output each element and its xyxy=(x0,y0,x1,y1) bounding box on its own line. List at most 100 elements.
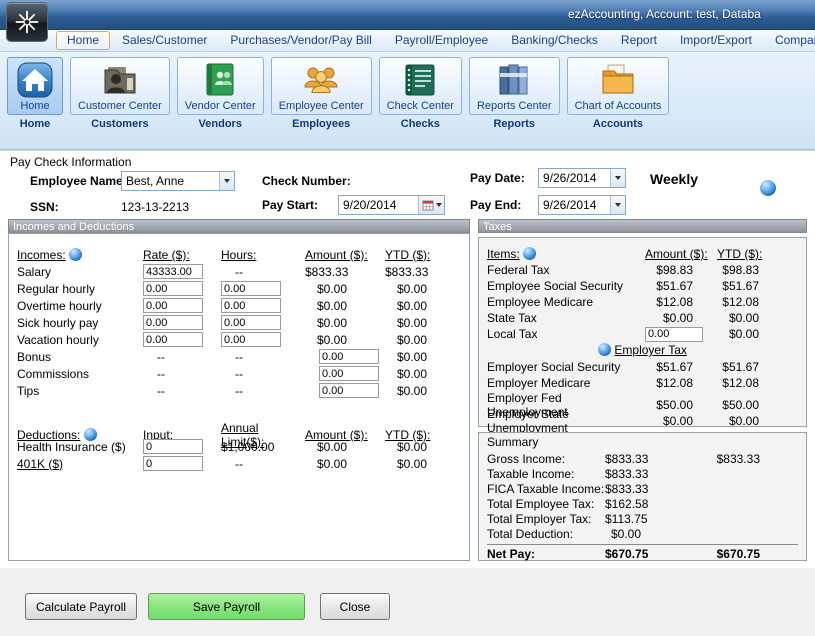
ssn-label: SSN: xyxy=(30,200,59,214)
tab-purchases-vendor-pay-bill[interactable]: Purchases/Vendor/Pay Bill xyxy=(219,31,382,50)
ssn-value: 123-13-2213 xyxy=(121,200,189,214)
health-insurance-input[interactable] xyxy=(143,439,203,454)
summary-row-total-employer-tax: Total Employer Tax: $113.75 xyxy=(479,511,806,526)
rate-cell xyxy=(143,332,221,348)
customer-center-button[interactable]: Customer Center xyxy=(70,57,170,115)
vendor-center-button[interactable]: Vendor Center xyxy=(177,57,264,115)
annual-limit-value: $1,000.00 xyxy=(221,440,305,454)
employee-name-label: Employee Name: xyxy=(30,174,127,188)
income-label: Sick hourly pay xyxy=(17,316,143,330)
tab-payroll-employee[interactable]: Payroll/Employee xyxy=(384,31,499,50)
summary-panel: Summary Gross Income: $833.33 $833.33 Ta… xyxy=(478,432,807,561)
employee-name-dropdown-arrow[interactable] xyxy=(219,172,234,190)
regular-hourly-rate-input[interactable] xyxy=(143,281,203,296)
reports-center-button[interactable]: Reports Center xyxy=(469,57,560,115)
tab-report[interactable]: Report xyxy=(610,31,668,50)
pay-date-dropdown-arrow[interactable] xyxy=(610,169,625,187)
vacation-hourly-hours-input[interactable] xyxy=(221,332,281,347)
local-tax-input[interactable] xyxy=(645,327,703,342)
bonus-amount-input[interactable] xyxy=(319,349,379,364)
tax-ytd-column-header: YTD ($): xyxy=(717,247,795,261)
ytd-value: $0.00 xyxy=(385,457,457,471)
toolbar-item-chart-of-accounts: Chart of Accounts Accounts xyxy=(567,57,670,130)
toolbar-item-home: Home Home xyxy=(7,57,63,130)
tab-import-export[interactable]: Import/Export xyxy=(669,31,763,50)
incomes-help-globe-icon[interactable] xyxy=(69,248,82,261)
ytd-value: $0.00 xyxy=(385,333,457,347)
income-row-overtime-hourly: Overtime hourly $0.00 $0.00 xyxy=(9,297,469,314)
rate-cell xyxy=(143,264,221,280)
close-button[interactable]: Close xyxy=(320,593,390,620)
chevron-down-icon xyxy=(436,203,442,207)
chart-of-accounts-label: Chart of Accounts xyxy=(575,100,662,112)
pay-date-select[interactable]: 9/26/2014 xyxy=(538,168,626,188)
save-payroll-button[interactable]: Save Payroll xyxy=(148,593,305,620)
tips-amount-input[interactable] xyxy=(319,383,379,398)
amount-cell xyxy=(305,366,385,382)
tax-ytd: $12.08 xyxy=(717,376,795,390)
pay-start-value: 9/20/2014 xyxy=(339,198,418,212)
app-logo-button[interactable] xyxy=(6,2,48,42)
tab-sales-customer[interactable]: Sales/Customer xyxy=(111,31,218,50)
calculate-payroll-button[interactable]: Calculate Payroll xyxy=(25,593,137,620)
tax-label: Employer Social Security xyxy=(487,360,645,374)
sick-hourly-hours-input[interactable] xyxy=(221,315,281,330)
hours-cell: -- xyxy=(221,265,305,279)
amount-value: $0.00 xyxy=(305,457,385,471)
customers-folder-icon xyxy=(100,61,140,99)
employee-name-select[interactable]: Best, Anne xyxy=(121,171,235,191)
taxes-panel: Items: Amount ($): YTD ($): Federal Tax … xyxy=(478,237,807,427)
tax-label: Employer State Unemployment xyxy=(487,407,645,435)
taxes-help-globe-icon[interactable] xyxy=(523,247,536,260)
check-center-button[interactable]: Check Center xyxy=(379,57,462,115)
tax-amount: $51.67 xyxy=(645,360,717,374)
ytd-value: $0.00 xyxy=(385,316,457,330)
overtime-hourly-hours-input[interactable] xyxy=(221,298,281,313)
income-row-bonus: Bonus -- -- $0.00 xyxy=(9,348,469,365)
incomes-header-text: Incomes: xyxy=(17,248,66,262)
check-number-label: Check Number: xyxy=(262,174,351,188)
tax-label: Employer Medicare xyxy=(487,376,645,390)
items-column-header: Items: xyxy=(487,247,645,261)
tab-home[interactable]: Home xyxy=(56,31,110,50)
vendors-book-icon xyxy=(200,61,240,99)
incomes-column-header: Incomes: xyxy=(17,248,143,262)
commissions-amount-input[interactable] xyxy=(319,366,379,381)
tax-label: Federal Tax xyxy=(487,263,645,277)
calendar-icon xyxy=(422,199,434,211)
pay-end-label: Pay End: xyxy=(470,198,521,212)
employer-tax-help-globe-icon[interactable] xyxy=(598,343,611,356)
items-header-text: Items: xyxy=(487,247,520,261)
tab-company[interactable]: Company xyxy=(764,31,815,50)
application-window: ezAccounting, Account: test, Databa Home… xyxy=(0,0,815,636)
deduction-label: Health Insurance ($) xyxy=(17,440,143,454)
employee-center-button[interactable]: Employee Center xyxy=(271,57,372,115)
home-button[interactable]: Home xyxy=(7,57,63,115)
vacation-hourly-rate-input[interactable] xyxy=(143,332,203,347)
income-label: Regular hourly xyxy=(17,282,143,296)
salary-rate-input[interactable] xyxy=(143,264,203,279)
regular-hourly-hours-input[interactable] xyxy=(221,281,281,296)
tab-banking-checks[interactable]: Banking/Checks xyxy=(500,31,609,50)
tax-ytd: $98.83 xyxy=(717,263,795,277)
pay-end-dropdown-arrow[interactable] xyxy=(610,196,625,214)
overtime-hourly-rate-input[interactable] xyxy=(143,298,203,313)
ytd-value: $833.33 xyxy=(385,265,457,279)
sick-hourly-rate-input[interactable] xyxy=(143,315,203,330)
rate-cell xyxy=(143,315,221,331)
employees-icon xyxy=(301,61,341,99)
hours-cell xyxy=(221,281,305,297)
pay-start-datepicker[interactable]: 9/20/2014 xyxy=(338,195,445,215)
summary-row-fica-taxable-income: FICA Taxable Income: $833.33 xyxy=(479,481,806,496)
summary-row-gross-income: Gross Income: $833.33 $833.33 xyxy=(479,451,806,466)
amount-column-header: Amount ($): xyxy=(305,248,385,262)
chevron-down-icon xyxy=(615,203,621,207)
pay-end-select[interactable]: 9/26/2014 xyxy=(538,195,626,215)
chart-of-accounts-button[interactable]: Chart of Accounts xyxy=(567,57,670,115)
tax-row-employee-medicare: Employee Medicare $12.08 $12.08 xyxy=(479,294,806,310)
pay-start-calendar-button[interactable] xyxy=(418,196,444,214)
toolbar-item-check-center: Check Center Checks xyxy=(379,57,462,130)
401k-input[interactable] xyxy=(143,456,203,471)
help-globe-icon[interactable] xyxy=(760,180,776,196)
hours-cell: -- xyxy=(221,384,305,398)
